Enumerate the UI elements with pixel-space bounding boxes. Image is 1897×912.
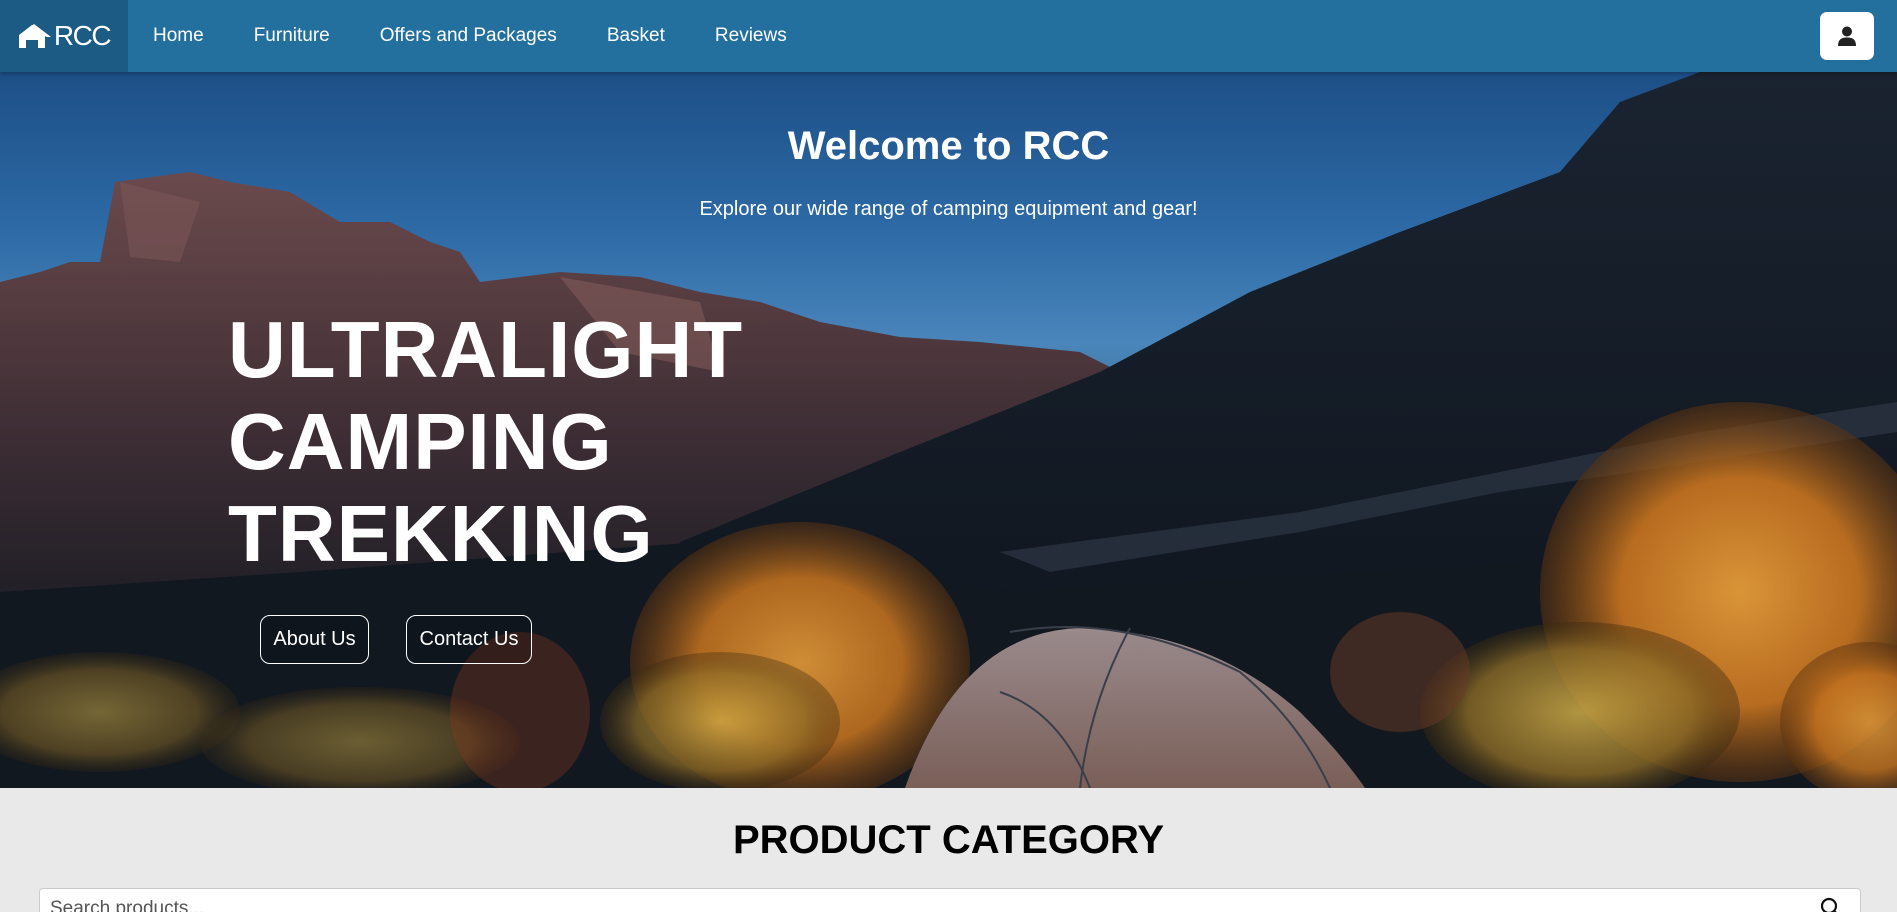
hero-headline-line: CAMPING [228, 397, 613, 486]
hero-banner: Welcome to RCC Explore our wide range of… [0, 72, 1897, 788]
nav-link-basket[interactable]: Basket [607, 25, 665, 47]
logo[interactable]: RCC [0, 0, 128, 72]
nav-link-home[interactable]: Home [153, 25, 204, 47]
user-account-button[interactable] [1820, 12, 1874, 60]
hero-subtitle: Explore our wide range of camping equipm… [699, 198, 1198, 220]
hero-headline-line: TREKKING [228, 489, 654, 578]
contact-us-button[interactable]: Contact Us [406, 615, 532, 664]
hero-welcome-title: Welcome to RCC [787, 124, 1110, 168]
product-category-section: PRODUCT CATEGORY [0, 788, 1897, 912]
nav-links: Home Furniture Offers and Packages Baske… [153, 25, 837, 47]
about-us-button[interactable]: About Us [260, 615, 369, 664]
hero-headline: ULTRALIGHT CAMPING TREKKING [228, 304, 743, 580]
logo-text: RCC [53, 20, 112, 51]
product-category-title: PRODUCT CATEGORY [732, 818, 1165, 862]
house-logo-icon [18, 24, 51, 48]
hero-headline-line: ULTRALIGHT [228, 305, 744, 394]
search-icon[interactable] [1820, 897, 1842, 912]
user-icon [1838, 26, 1856, 46]
search-bar [39, 888, 1861, 912]
search-input[interactable] [50, 897, 1810, 912]
top-navbar: RCC Home Furniture Offers and Packages B… [0, 0, 1897, 72]
nav-link-furniture[interactable]: Furniture [254, 25, 330, 47]
nav-link-offers[interactable]: Offers and Packages [380, 25, 557, 47]
nav-link-reviews[interactable]: Reviews [715, 25, 787, 47]
